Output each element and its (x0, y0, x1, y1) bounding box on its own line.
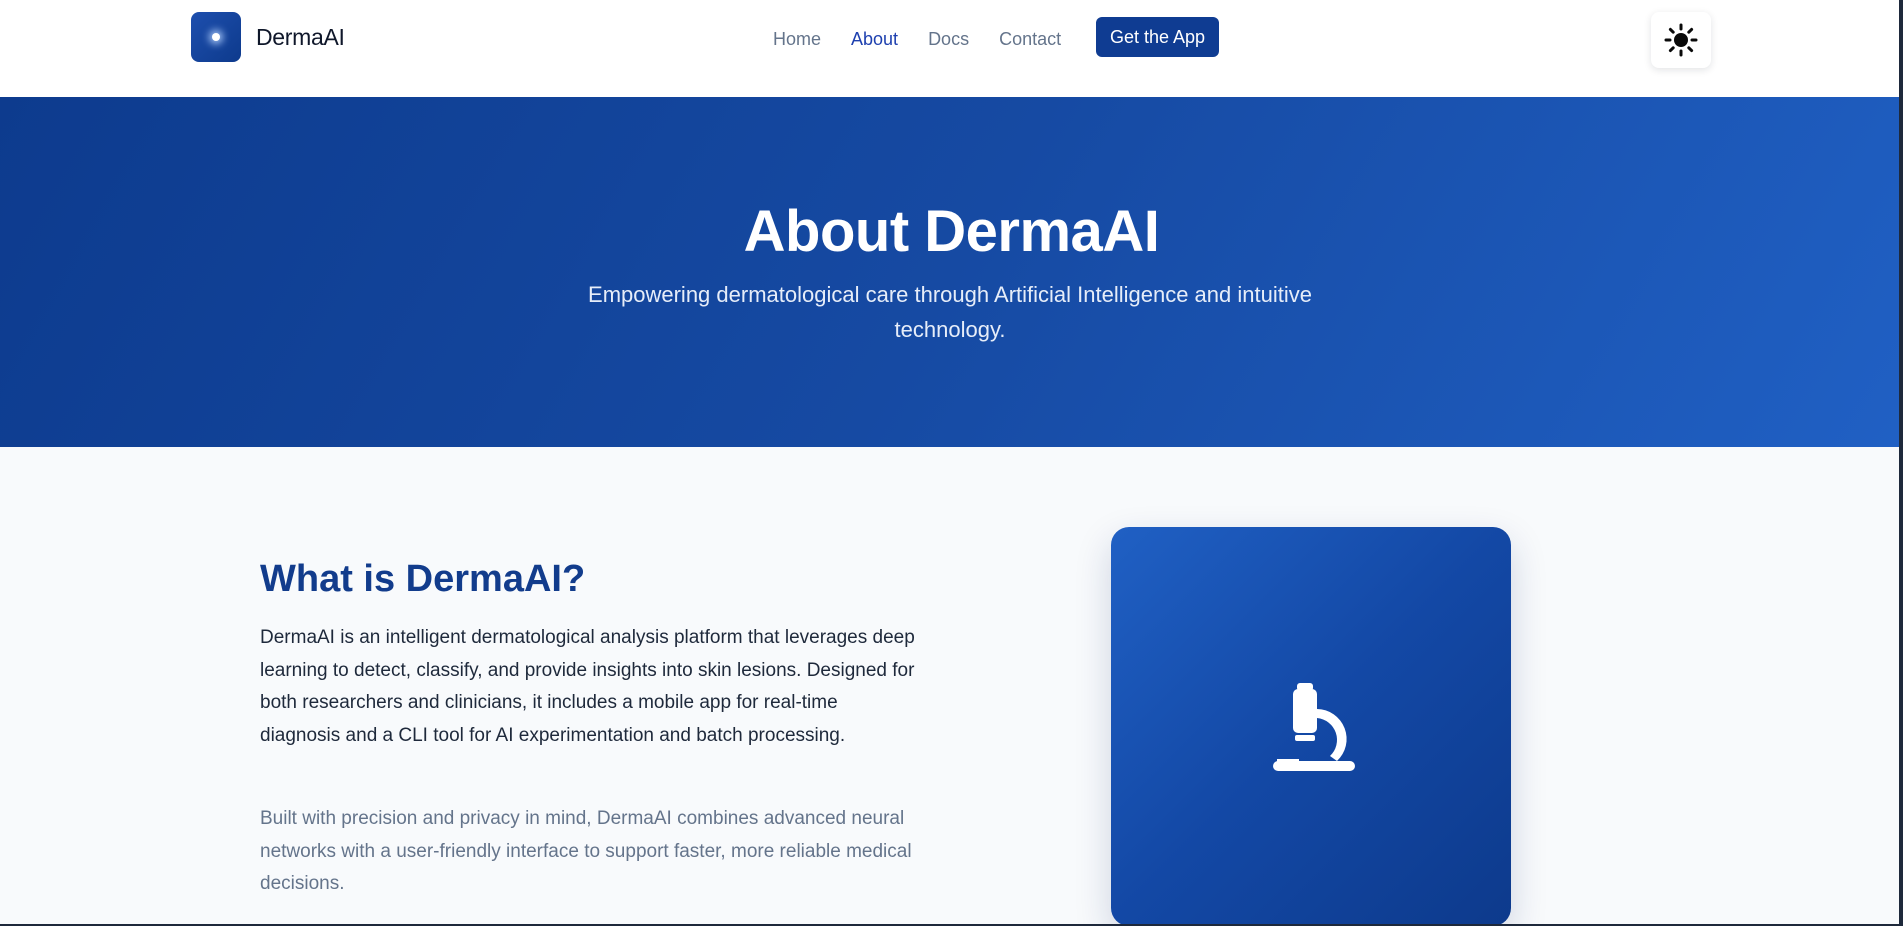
get-app-button[interactable]: Get the App (1096, 17, 1219, 57)
sun-icon (1664, 23, 1698, 57)
secondary-paragraph: Built with precision and privacy in mind… (260, 808, 912, 894)
site-header: DermaAI Home About Docs Contact Get the … (0, 0, 1903, 97)
main-nav: Home About Docs Contact (773, 24, 1091, 54)
hero-title: About DermaAI (743, 199, 1160, 264)
hero-subtitle: Empowering dermatological care through A… (588, 282, 1312, 342)
microscope-icon (1273, 682, 1355, 771)
nav-link-about[interactable]: About (851, 24, 898, 54)
window-right-edge (1899, 0, 1903, 926)
logo-icon[interactable] (191, 12, 241, 62)
theme-toggle-button[interactable] (1651, 12, 1711, 68)
hero-banner: About DermaAI Empowering dermatological … (0, 97, 1903, 447)
section-heading: What is DermaAI? (260, 558, 586, 600)
nav-link-docs[interactable]: Docs (928, 24, 969, 54)
intro-paragraph: DermaAI is an intelligent dermatological… (260, 627, 915, 746)
nav-link-contact[interactable]: Contact (999, 24, 1061, 54)
nav-link-home[interactable]: Home (773, 24, 821, 54)
brand-name[interactable]: DermaAI (256, 22, 345, 52)
feature-card (1111, 527, 1511, 926)
logo-glow-dot (212, 33, 220, 41)
